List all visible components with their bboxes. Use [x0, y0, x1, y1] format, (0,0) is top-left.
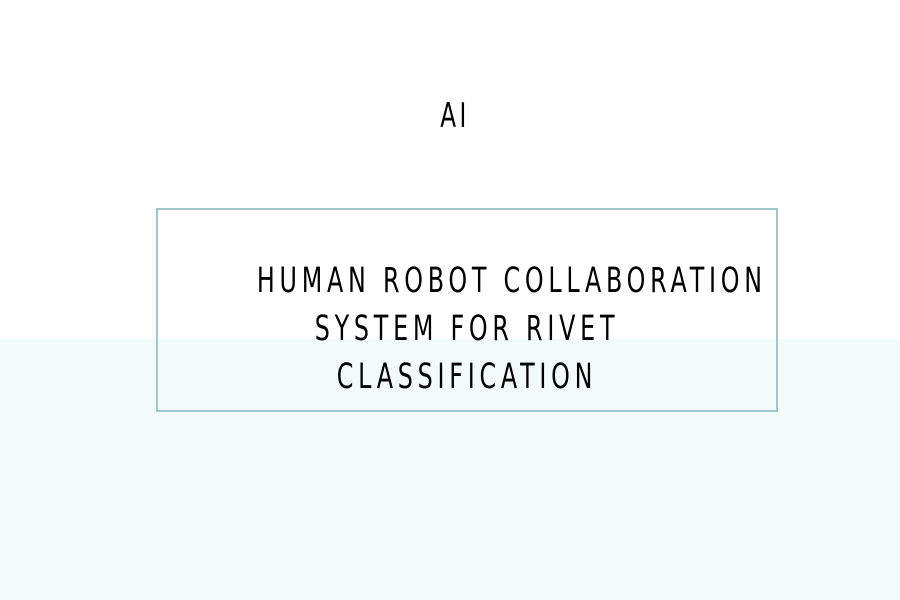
project-title-line-1: HUMAN ROBOT COLLABORATION [256, 261, 767, 301]
project-title-line-2: SYSTEM FOR RIVET [314, 309, 620, 349]
project-title-line-3: CLASSIFICATION [336, 357, 598, 397]
title-card: HUMAN ROBOT COLLABORATION SYSTEM FOR RIV… [156, 208, 778, 412]
category-label: AI [440, 96, 470, 136]
project-title: HUMAN ROBOT COLLABORATION SYSTEM FOR RIV… [256, 257, 767, 401]
